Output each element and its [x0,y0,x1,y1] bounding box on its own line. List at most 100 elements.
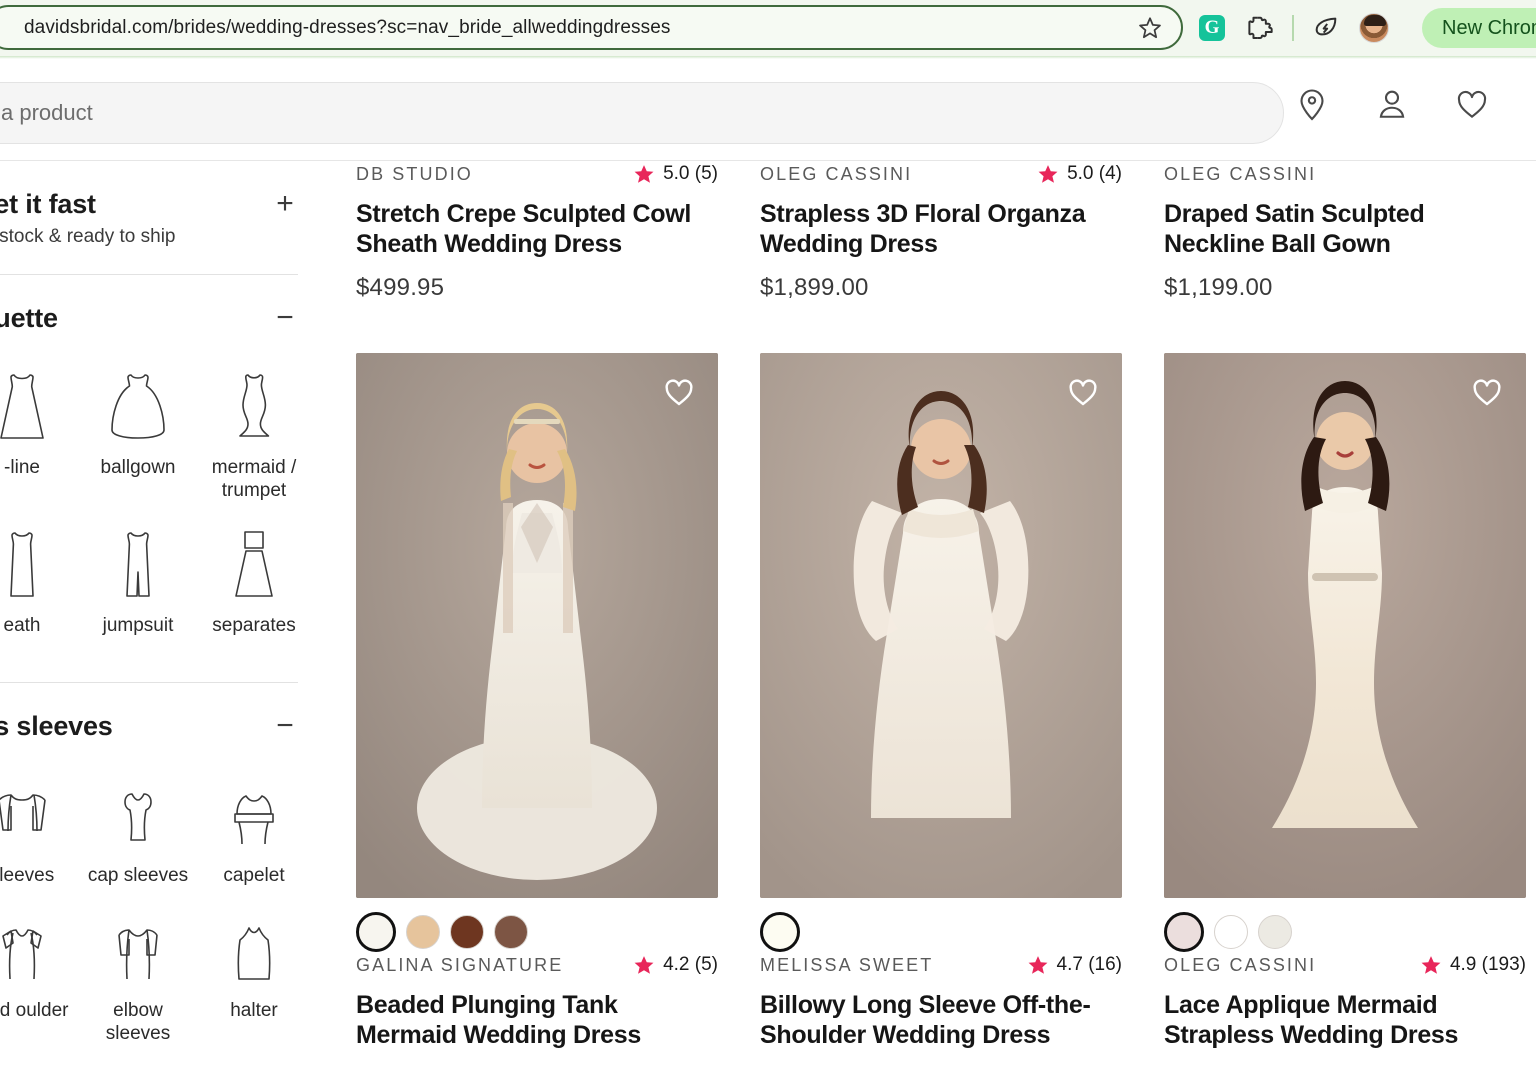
filter-option-long-sleeves[interactable]: sleeves [0,768,80,897]
address-bar[interactable]: davidsbridal.com/brides/wedding-dresses?… [0,5,1183,50]
search-input[interactable]: a product [0,82,1284,144]
filter-option-label: eath [4,614,41,637]
product-card[interactable]: MELISSA SWEET 4.7 (16) Billowy Long Slee… [760,353,1122,1051]
filter-section-get-it-fast: get it fast in-stock & ready to ship + [0,161,322,248]
search-placeholder: a product [1,100,93,126]
sleeves-options-partial-row [0,1055,322,1080]
color-swatch[interactable] [760,912,800,952]
product-card[interactable]: GALINA SIGNATURE 4.2 (5) Beaded Plunging… [356,353,718,1051]
filter-option-label: cap sleeves [88,864,188,887]
product-card[interactable]: OLEG CASSINI 5.0 (4) Strapless 3D Floral… [760,161,1122,302]
chrome-bottom-shadow [0,56,1536,59]
elbow-sleeves-icon [109,907,167,989]
color-swatch[interactable] [1258,915,1292,949]
product-image[interactable] [356,353,718,898]
product-card[interactable]: DB STUDIO 5.0 (5) Stretch Crepe Sculpted… [356,161,718,302]
filter-header-get-it-fast[interactable]: get it fast in-stock & ready to ship + [0,161,298,248]
new-chrome-button[interactable]: New Chrom [1422,8,1536,48]
filter-option-mermaid-trumpet[interactable]: mermaid / trumpet [196,360,312,512]
wishlist-heart-icon[interactable] [1454,86,1490,122]
product-brand: MELISSA SWEET [760,955,933,976]
color-swatch[interactable] [1214,915,1248,949]
filter-header-straps-sleeves[interactable]: ps sleeves − [0,683,298,742]
filter-option-label: halter [230,999,278,1022]
product-title[interactable]: Beaded Plunging Tank Mermaid Wedding Dre… [356,990,718,1051]
product-title[interactable]: Stretch Crepe Sculpted Cowl Sheath Weddi… [356,199,718,260]
rating-star-icon [1420,954,1442,976]
sheath-dress-icon [0,522,51,604]
color-swatch[interactable] [406,915,440,949]
store-locator-icon[interactable] [1294,86,1330,122]
filter-option-elbow-sleeves[interactable]: elbow sleeves [80,903,196,1055]
collapse-toggle-icon[interactable]: − [272,305,298,331]
filter-title: ps sleeves [0,711,113,742]
product-grid: DB STUDIO 5.0 (5) Stretch Crepe Sculpted… [322,161,1536,1080]
product-brand: DB STUDIO [356,164,473,185]
product-image[interactable] [1164,353,1526,898]
a-line-dress-icon [0,364,51,446]
product-title[interactable]: Draped Satin Sculpted Neckline Ball Gown [1164,199,1526,260]
off-shoulder-icon [225,1073,283,1080]
color-swatch[interactable] [450,915,484,949]
rating-star-icon [1027,954,1049,976]
long-sleeves-icon [0,772,51,854]
product-price: $499.95 [356,274,718,302]
filter-option-halter[interactable]: halter [196,903,312,1055]
rating-value: 4.7 (16) [1057,954,1122,976]
color-swatch[interactable] [356,912,396,952]
color-swatch[interactable] [494,915,528,949]
product-image[interactable] [760,353,1122,898]
product-rating: 4.9 (193) [1420,954,1526,976]
strapless-icon [109,1073,167,1080]
product-title[interactable]: Lace Applique Mermaid Strapless Wedding … [1164,990,1526,1051]
product-brand-row: OLEG CASSINI 5.0 (4) [760,161,1122,187]
filter-section-straps-sleeves: ps sleeves − [0,683,322,742]
product-brand: GALINA SIGNATURE [356,955,563,976]
filter-option-partial-2[interactable] [80,1069,196,1080]
filter-title: get it fast [0,189,175,220]
filter-option-partial-1[interactable] [0,1069,80,1080]
rating-value: 4.9 (193) [1450,954,1526,976]
wishlist-heart-icon[interactable] [1470,375,1504,409]
product-title[interactable]: Billowy Long Sleeve Off-the-Shoulder Wed… [760,990,1122,1051]
product-row-bottom: GALINA SIGNATURE 4.2 (5) Beaded Plunging… [322,353,1536,1051]
grammarly-icon[interactable]: G [1196,12,1228,44]
filter-option-capelet[interactable]: capelet [196,768,312,897]
halter-icon [225,907,283,989]
filter-option-separates[interactable]: separates [196,518,312,647]
new-chrome-label: New Chrom [1442,17,1536,40]
filter-option-label: ballgown [101,456,176,479]
account-icon[interactable] [1374,86,1410,122]
filter-header-silhouette[interactable]: ouette − [0,275,298,334]
product-card[interactable]: OLEG CASSINI Draped Satin Sculpted Neckl… [1164,161,1526,302]
filter-option-sheath[interactable]: eath [0,518,80,647]
filter-option-cold-shoulder[interactable]: cold oulder [0,903,80,1055]
filter-option-cap-sleeves[interactable]: cap sleeves [80,768,196,897]
filter-option-a-line[interactable]: -line [0,360,80,512]
collapse-toggle-icon[interactable]: − [272,713,298,739]
leaf-bolt-icon[interactable] [1310,12,1342,44]
filter-option-jumpsuit[interactable]: jumpsuit [80,518,196,647]
expand-toggle-icon[interactable]: + [272,191,298,217]
filter-sidebar: get it fast in-stock & ready to ship + o… [0,161,322,1080]
filter-option-partial-3[interactable] [196,1069,312,1080]
jumpsuit-icon [109,522,167,604]
star-icon[interactable] [1137,15,1163,41]
product-rating: 5.0 (5) [633,163,718,185]
product-title[interactable]: Strapless 3D Floral Organza Wedding Dres… [760,199,1122,260]
color-swatch[interactable] [1164,912,1204,952]
chrome-extension-icons: G [1196,0,1390,56]
product-brand: OLEG CASSINI [760,164,912,185]
wishlist-heart-icon[interactable] [1066,375,1100,409]
silhouette-options: -line ballgown mermaid / trumpet [0,334,322,648]
product-brand-row: GALINA SIGNATURE 4.2 (5) [356,952,718,978]
filter-option-ballgown[interactable]: ballgown [80,360,196,512]
cold-shoulder-icon [0,907,51,989]
filter-section-silhouette: ouette − [0,275,322,334]
product-card[interactable]: OLEG CASSINI 4.9 (193) Lace Applique Mer… [1164,353,1526,1051]
address-bar-url: davidsbridal.com/brides/wedding-dresses?… [24,17,671,39]
wishlist-heart-icon[interactable] [662,375,696,409]
flutter-sleeves-icon [0,1073,51,1080]
avatar[interactable] [1358,12,1390,44]
puzzle-piece-icon[interactable] [1244,12,1276,44]
